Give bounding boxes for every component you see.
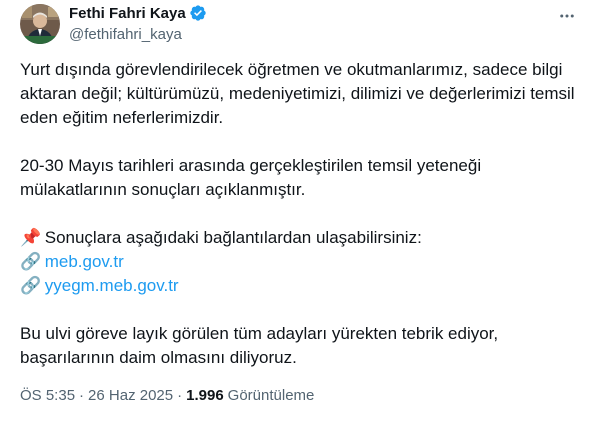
tweet-paragraph-4: Bu ulvi göreve layık görülen tüm adaylar…: [20, 324, 499, 367]
tweet-paragraph-2: 20-30 Mayıs tarihleri arasında gerçekleş…: [20, 156, 482, 199]
links-intro-text: Sonuçlara aşağıdaki bağlantılardan ulaşa…: [44, 228, 422, 247]
display-name[interactable]: Fethi Fahri Kaya: [69, 5, 186, 22]
tweet-meta: ÖS 5:35 · 26 Haz 2025 · 1.996 Görüntülem…: [20, 387, 314, 404]
verified-badge-icon: [189, 4, 207, 22]
separator-dot: ·: [177, 387, 183, 404]
link-yyegm[interactable]: yyegm.meb.gov.tr: [45, 276, 179, 295]
more-options-icon[interactable]: [557, 6, 577, 26]
views-count: 1.996: [186, 387, 224, 404]
pushpin-icon: 📌: [20, 228, 42, 247]
link-meb[interactable]: meb.gov.tr: [45, 252, 124, 271]
avatar-image: [20, 4, 60, 44]
user-handle[interactable]: @fethifahri_kaya: [69, 26, 207, 43]
tweet-links-intro: 📌 Sonuçlara aşağıdaki bağlantılardan ula…: [20, 226, 576, 250]
tweet-time[interactable]: ÖS 5:35: [20, 387, 75, 404]
link-icon: 🔗: [20, 276, 42, 295]
tweet-header: Fethi Fahri Kaya @fethifahri_kaya: [69, 3, 207, 43]
avatar[interactable]: [20, 4, 60, 44]
tweet-paragraph-1: Yurt dışında görevlendirilecek öğretmen …: [20, 60, 575, 127]
tweet-date[interactable]: 26 Haz 2025: [88, 387, 173, 404]
tweet-card: Fethi Fahri Kaya @fethifahri_kaya Yurt d…: [0, 0, 593, 423]
name-row: Fethi Fahri Kaya: [69, 3, 207, 23]
link-icon: 🔗: [20, 252, 42, 271]
separator-dot: ·: [79, 387, 85, 404]
tweet-link-row-1: 🔗 meb.gov.tr: [20, 250, 576, 274]
tweet-text: Yurt dışında görevlendirilecek öğretmen …: [20, 58, 576, 370]
views-label: Görüntüleme: [227, 387, 315, 404]
tweet-link-row-2: 🔗 yyegm.meb.gov.tr: [20, 274, 576, 298]
